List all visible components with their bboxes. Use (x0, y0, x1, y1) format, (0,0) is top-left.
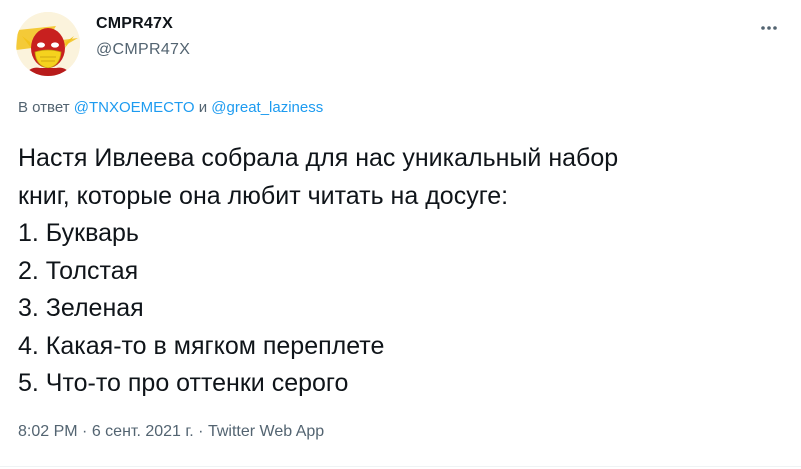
tweet-card: CMPR47X @CMPR47X В ответ @TNXOEMECTO и @… (0, 0, 801, 469)
tweet-text-line: 5. Что-то про оттенки серого (18, 369, 349, 397)
tweet-meta: 8:02 PM · 6 сент. 2021 г. · Twitter Web … (18, 420, 324, 444)
reply-conjunction: и (198, 99, 208, 116)
tweet-text-line: 4. Какая-то в мягком переплете (18, 331, 385, 360)
avatar[interactable] (16, 12, 80, 76)
tweet-text-line: книг, которые она любит читать на досуге… (18, 181, 509, 210)
divider (0, 466, 801, 467)
user-handle[interactable]: @CMPR47X (96, 40, 190, 60)
tweet-text-line: 1. Букварь (18, 219, 139, 247)
tweet-time: 8:02 PM (18, 423, 78, 440)
tweet-text-line: 3. Зеленая (18, 294, 144, 322)
tweet-source-link[interactable]: Twitter Web App (208, 423, 324, 440)
user-info: CMPR47X @CMPR47X (96, 14, 190, 60)
reply-prefix: В ответ (18, 99, 70, 116)
tweet-text-line: Настя Ивлеева собрала для нас уникальный… (18, 144, 619, 172)
meta-separator: · (82, 423, 88, 440)
tweet-time-link[interactable]: 8:02 PM · 6 сент. 2021 г. (18, 423, 194, 440)
tweet-text: Настя Ивлеева собрала для нас уникальный… (18, 140, 618, 403)
meta-separator: · (198, 423, 204, 440)
reply-context: В ответ @TNXOEMECTO и @great_laziness (18, 98, 323, 118)
tweet-date: 6 сент. 2021 г. (91, 423, 194, 440)
reply-mention-great-laziness[interactable]: @great_laziness (211, 99, 323, 116)
tweet-text-line: 2. Толстая (18, 256, 139, 285)
reply-mention-tnxoemecto[interactable]: @TNXOEMECTO (74, 99, 195, 116)
avatar-flash-mask-icon (16, 12, 80, 76)
display-name[interactable]: CMPR47X (96, 14, 190, 34)
more-dots-icon (761, 26, 777, 30)
more-button[interactable] (757, 16, 781, 40)
